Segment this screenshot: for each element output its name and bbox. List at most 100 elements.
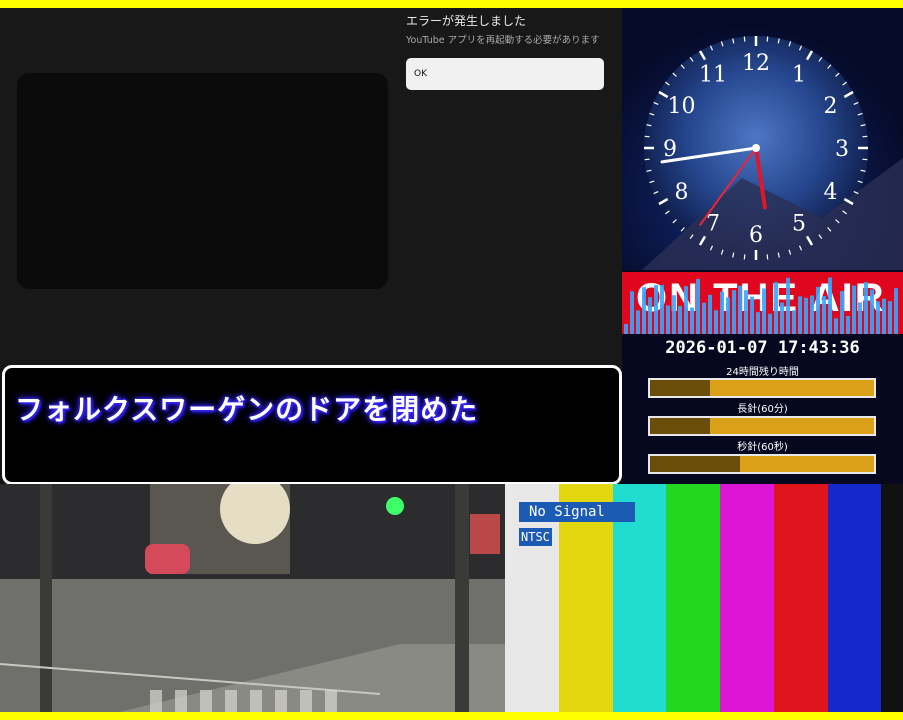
visualizer-bar [858, 302, 862, 334]
visualizer-bar [672, 295, 676, 334]
visualizer-bar [888, 301, 892, 334]
analog-clock: 12 1234567891011 [642, 36, 903, 270]
clock-numeral: 12 [742, 51, 770, 76]
caption-box: フォルクスワーゲンのドアを閉めた [2, 365, 622, 485]
visualizer-bar [666, 305, 670, 334]
visualizer-bar [726, 297, 730, 334]
audio-visualizer [624, 277, 898, 334]
clock-numeral: 8 [675, 180, 689, 205]
stream-frame: エラーが発生しました YouTube アプリを再起動する必要があります OK フ… [0, 8, 903, 712]
progress-bar-minute [648, 416, 876, 436]
visualizer-bar [750, 296, 754, 334]
visualizer-bar [774, 282, 778, 334]
visualizer-bar [648, 297, 652, 334]
progress-bar-second [648, 454, 876, 474]
progress-fill-24h [650, 380, 711, 396]
visualizer-bar [882, 298, 886, 334]
clock-numeral: 4 [823, 180, 837, 205]
visualizer-bar [846, 315, 850, 334]
visualizer-bar [654, 285, 658, 334]
visualizer-bar [798, 296, 802, 334]
visualizer-bar [834, 318, 838, 334]
clock-numeral: 1 [792, 63, 806, 88]
color-bars-test-pattern: No Signal NTSC [505, 484, 903, 712]
ok-button[interactable]: OK [406, 58, 604, 90]
visualizer-bar [630, 291, 634, 334]
visualizer-bar [852, 285, 856, 334]
visualizer-bar [636, 310, 640, 334]
bar-label-minute: 長針(60分) [737, 404, 788, 415]
visualizer-bar [702, 302, 706, 334]
visualizer-bar [714, 310, 718, 334]
visualizer-bar [792, 310, 796, 334]
clock-numeral: 9 [663, 137, 677, 162]
clock-tick [644, 158, 650, 161]
color-bar [773, 484, 828, 712]
color-bar [881, 484, 903, 712]
visualizer-bar [762, 288, 766, 334]
clock-panel: 12 1 2 3 4 5 6 7 8 9 10 11 ON THE AIR 2026-01-07 17… [622, 8, 903, 484]
utility-pole [455, 484, 469, 712]
color-bar [720, 484, 774, 712]
video-player[interactable] [17, 73, 388, 289]
visualizer-bar [708, 294, 712, 334]
clock-center [752, 144, 760, 152]
visualizer-bar [876, 301, 880, 334]
clock-tick [862, 135, 868, 138]
visualizer-bar [810, 295, 814, 334]
progress-fill-minute [650, 418, 711, 434]
visualizer-bar [696, 279, 700, 334]
clock-numeral: 11 [699, 63, 727, 88]
visualizer-bar [894, 288, 898, 334]
error-title: エラーが発生しました [406, 14, 527, 28]
visualizer-bar [804, 297, 808, 334]
visualizer-bar [642, 287, 646, 334]
progress-bar-24h [648, 378, 876, 398]
color-bar [827, 484, 882, 712]
visualizer-bar [840, 291, 844, 334]
visualizer-bar [660, 285, 664, 334]
visualizer-bar [822, 295, 826, 334]
visualizer-bar [720, 291, 724, 334]
error-message: YouTube アプリを再起動する必要があります [406, 35, 600, 46]
color-bar [666, 484, 721, 712]
caption-text: フォルクスワーゲンのドアを閉めた [15, 393, 479, 426]
youtube-panel: エラーが発生しました YouTube アプリを再起動する必要があります OK [0, 8, 622, 368]
visualizer-bar [678, 306, 682, 334]
clock-tick [743, 254, 746, 260]
visualizer-bar [864, 282, 868, 334]
visualizer-bar [690, 307, 694, 334]
clock-numeral: 10 [668, 94, 696, 119]
clock-tick [766, 36, 769, 42]
visualizer-bar [732, 290, 736, 334]
clock-numeral: 2 [823, 94, 837, 119]
visualizer-bar [786, 277, 790, 334]
clock-numeral: 6 [749, 223, 763, 248]
no-signal-label: No Signal [519, 502, 635, 522]
visualizer-bar [738, 285, 742, 334]
progress-fill-second [650, 456, 740, 472]
ntsc-label: NTSC [519, 528, 552, 546]
clock-numeral: 3 [835, 137, 849, 162]
clock-tick [644, 135, 650, 138]
visualizer-bar [684, 286, 688, 334]
visualizer-bar [780, 302, 784, 334]
datetime-display: 2026-01-07 17:43:36 [665, 338, 860, 358]
visualizer-bar [624, 324, 628, 334]
street-scene [0, 484, 505, 712]
visualizer-bar [828, 277, 832, 334]
visualizer-bar [768, 313, 772, 334]
visualizer-bar [756, 312, 760, 334]
visualizer-bar [870, 289, 874, 334]
street-camera-feed [0, 484, 505, 712]
bar-label-24h: 24時間残り時間 [726, 367, 799, 378]
clock-tick [766, 254, 769, 260]
traffic-light [386, 497, 404, 515]
car [145, 544, 190, 574]
visualizer-bar [816, 286, 820, 334]
clock-numeral: 5 [792, 211, 806, 236]
clock-tick [862, 158, 868, 161]
clock-tick [743, 36, 746, 42]
visualizer-bar [744, 290, 748, 334]
bar-label-second: 秒針(60秒) [737, 442, 788, 453]
